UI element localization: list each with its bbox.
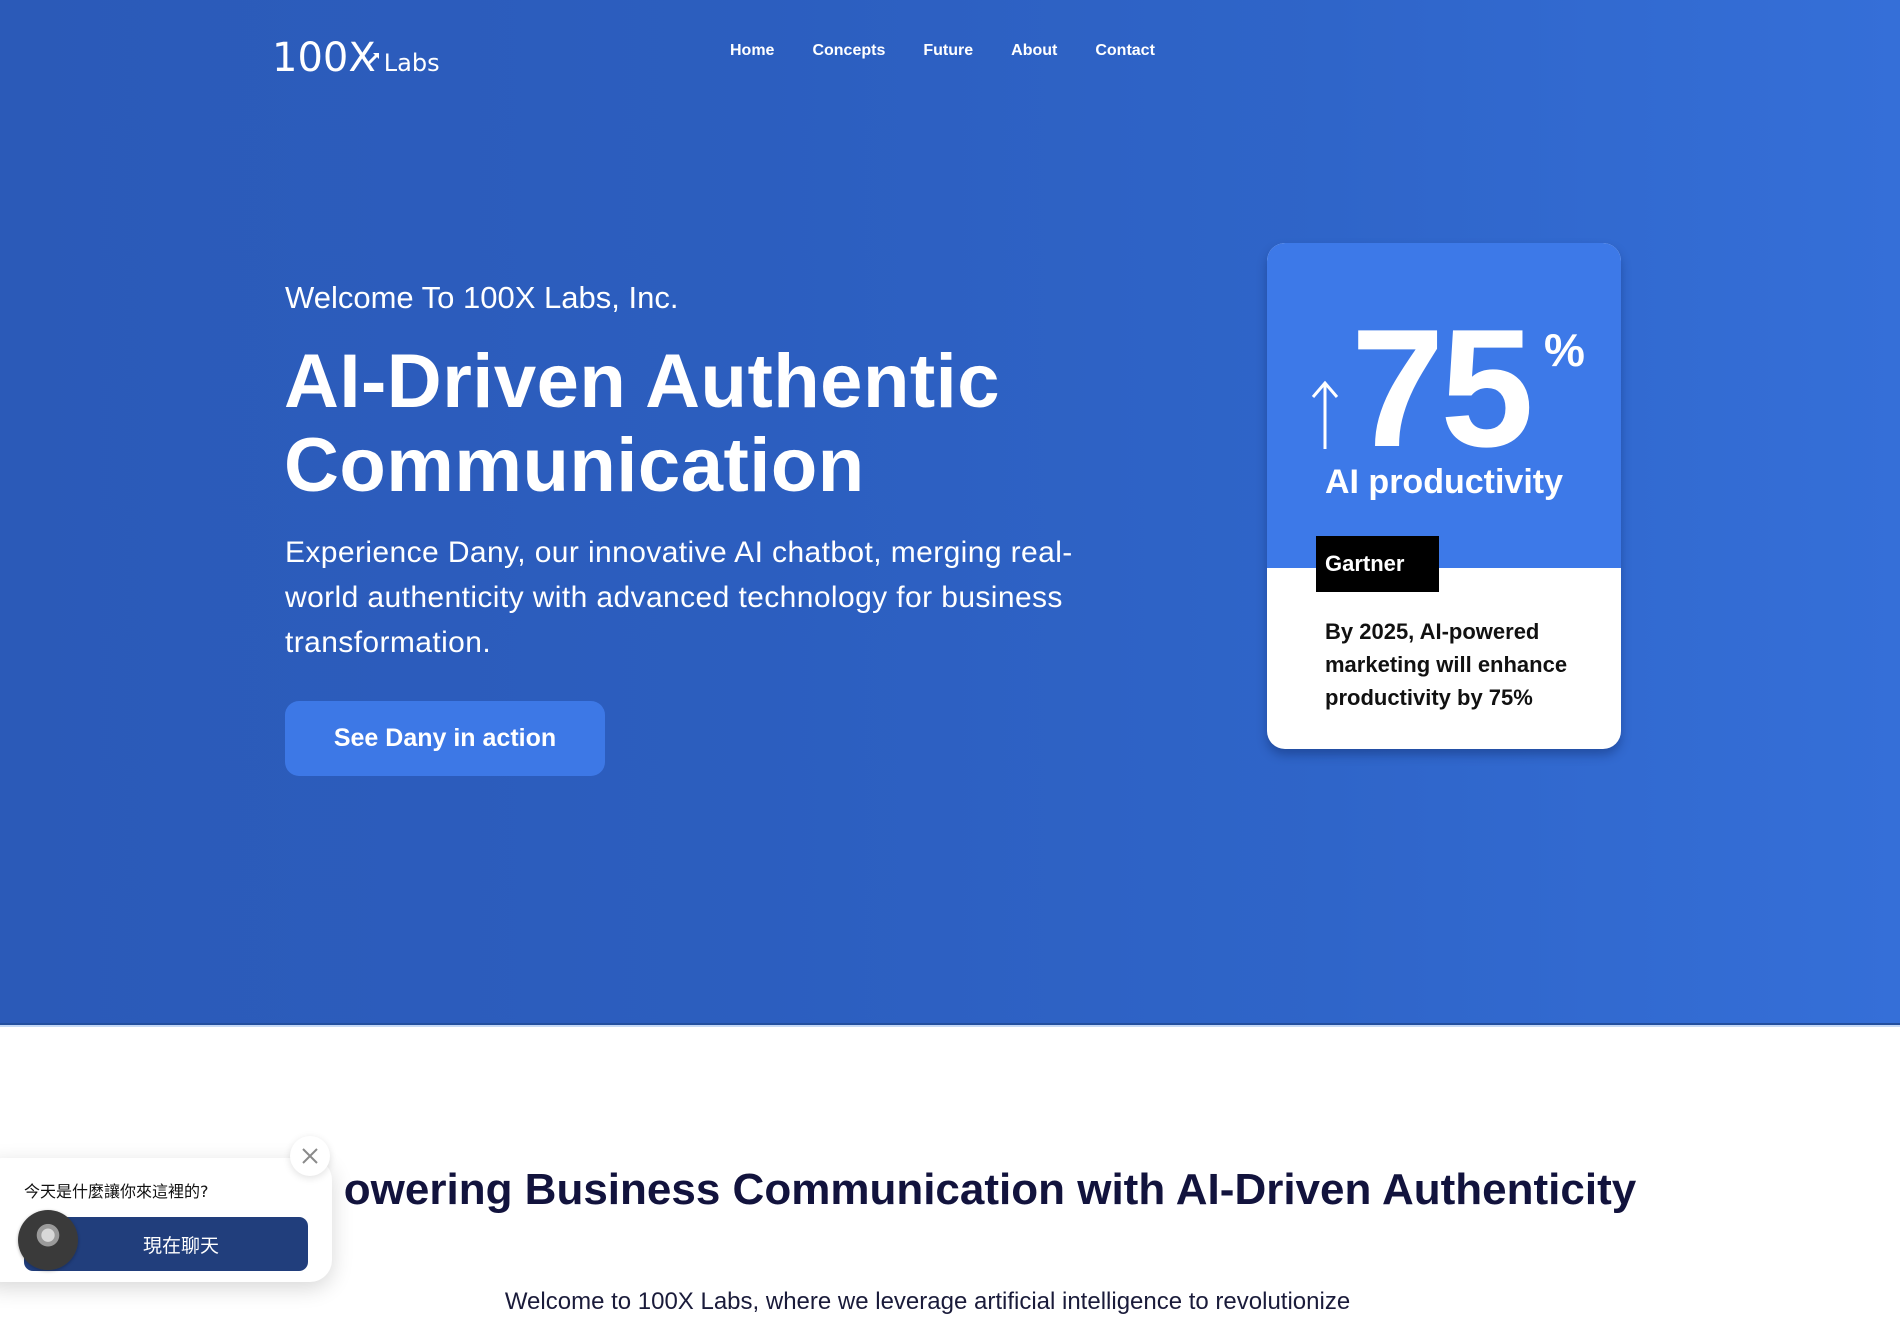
hero-eyebrow: Welcome To 100X Labs, Inc. [285, 280, 679, 315]
stat-number: 75 [1351, 294, 1534, 482]
hero-section: 100X Labs Home Concepts Future About Con… [0, 0, 1900, 1027]
logo[interactable]: 100X Labs [272, 30, 440, 80]
hero-subtext: Experience Dany, our innovative AI chatb… [285, 536, 1073, 659]
see-dany-button[interactable]: See Dany in action [285, 701, 605, 776]
main-nav: Home Concepts Future About Contact [730, 42, 1193, 60]
chat-widget: 今天是什麼讓你來這裡的? 現在聊天 [0, 1158, 332, 1282]
stat-description: By 2025, AI-powered marketing will enhan… [1325, 619, 1568, 710]
stat-unit: % [1544, 324, 1585, 376]
nav-future[interactable]: Future [923, 42, 973, 60]
close-icon [302, 1148, 318, 1164]
logo-main-text: 100X [272, 36, 376, 80]
hero-headline: AI-Driven Authentic Communication [284, 339, 1001, 508]
nav-about[interactable]: About [1011, 42, 1057, 60]
arrow-up-icon [1311, 380, 1339, 449]
nav-concepts[interactable]: Concepts [812, 42, 885, 60]
stat-card: 75 % AI productivity Gartner By 2025, AI… [1267, 243, 1621, 749]
logo-arrow-icon [366, 52, 379, 66]
logo-digits: 100X [272, 35, 376, 81]
nav-home[interactable]: Home [730, 42, 774, 60]
source-badge: Gartner [1316, 536, 1439, 592]
nav-contact[interactable]: Contact [1095, 42, 1155, 60]
section-intro: Welcome to 100X Labs, where we leverage … [504, 1288, 1351, 1315]
stat-label: AI productivity [1324, 463, 1564, 501]
chat-close-button[interactable] [290, 1136, 330, 1176]
chat-question: 今天是什麼讓你來這裡的? [24, 1182, 209, 1201]
logo-sub-text: Labs [383, 49, 440, 77]
agent-avatar [18, 1210, 78, 1270]
